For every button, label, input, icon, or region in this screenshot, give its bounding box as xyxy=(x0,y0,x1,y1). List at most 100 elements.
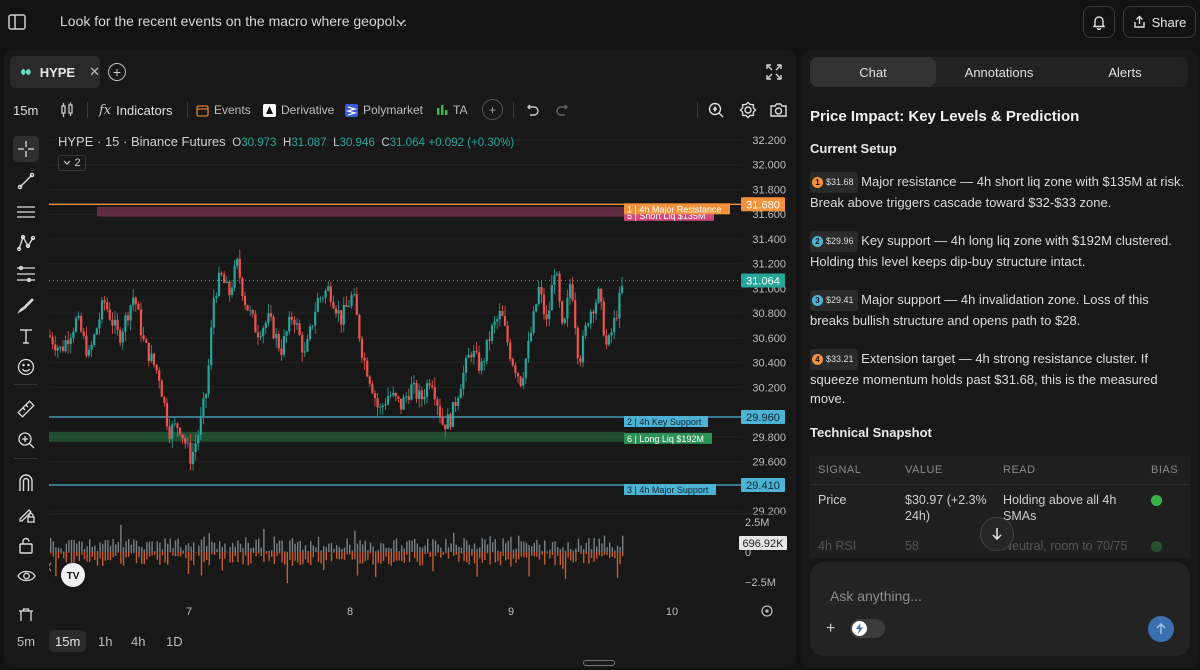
close-tab-icon[interactable]: ✕ xyxy=(89,64,100,80)
volume-bar xyxy=(356,552,359,576)
volume-bar xyxy=(55,547,57,552)
tab-alerts[interactable]: Alerts xyxy=(1062,57,1188,87)
tab-annotations[interactable]: Annotations xyxy=(936,57,1062,87)
conversation-title[interactable]: Look for the recent events on the macro … xyxy=(60,13,407,29)
candle-body xyxy=(584,325,587,336)
candle-body xyxy=(384,404,387,406)
chevron-down-icon[interactable] xyxy=(395,14,407,32)
volume-bar xyxy=(473,543,476,552)
add-tab-button[interactable]: + xyxy=(108,63,126,81)
timeframe-4h[interactable]: 4h xyxy=(125,630,151,652)
chat-messages[interactable]: Price Impact: Key Levels & Prediction Cu… xyxy=(810,108,1190,558)
timeframe-1d[interactable]: 1D xyxy=(160,630,189,652)
price-chart[interactable]: 32.20032.00031.80031.60031.40031.20031.0… xyxy=(49,128,789,638)
magnet-icon[interactable] xyxy=(13,470,39,496)
emoji-icon[interactable] xyxy=(13,354,39,380)
volume-bar xyxy=(476,552,478,577)
candle-body xyxy=(493,321,496,326)
trend-line-icon[interactable] xyxy=(13,168,39,194)
volume-bar xyxy=(200,552,203,576)
scroll-down-button[interactable] xyxy=(980,517,1014,551)
price-pill-label: $29.41 xyxy=(826,295,854,305)
indicators-button[interactable]: f𝑥 Indicators xyxy=(99,100,173,120)
volume-bar xyxy=(559,552,561,565)
candle-body xyxy=(503,315,507,326)
horizontal-lines-icon[interactable] xyxy=(13,199,39,225)
add-indicator-button[interactable]: + xyxy=(482,99,503,120)
ruler-icon[interactable] xyxy=(13,396,39,422)
ta-button[interactable]: TA xyxy=(436,100,467,120)
zoom-in-icon[interactable] xyxy=(13,427,39,453)
volume-bar xyxy=(138,546,140,552)
sidebar-toggle-icon[interactable] xyxy=(6,11,28,33)
volume-tag-label: 696.92K xyxy=(743,538,785,550)
candle-body xyxy=(397,396,400,399)
candle-body xyxy=(259,336,262,338)
volume-bar xyxy=(263,552,265,562)
trash-icon[interactable] xyxy=(13,602,39,628)
attach-plus-icon[interactable]: + xyxy=(826,620,835,638)
collapse-chevron-icon[interactable] xyxy=(49,562,52,572)
volume-bar xyxy=(302,549,304,552)
share-button[interactable]: Share xyxy=(1123,6,1196,38)
candle-body xyxy=(251,309,254,314)
volume-bar xyxy=(494,539,496,552)
settings-icon[interactable] xyxy=(739,100,757,120)
tab-chat[interactable]: Chat xyxy=(810,57,936,87)
share-label: Share xyxy=(1151,14,1187,30)
volume-bar xyxy=(104,552,106,561)
timeframe-15m[interactable]: 15m xyxy=(49,630,87,652)
volume-bar xyxy=(351,552,353,560)
volume-bar xyxy=(354,552,356,560)
events-button[interactable]: Events xyxy=(196,100,251,120)
symbol-tab[interactable]: HYPE ✕ xyxy=(10,56,100,88)
text-icon[interactable] xyxy=(13,323,39,349)
lock-icon[interactable] xyxy=(13,532,39,558)
undo-icon[interactable] xyxy=(524,100,539,120)
candle-body xyxy=(225,281,228,283)
fib-icon[interactable] xyxy=(13,261,39,287)
volume-bar xyxy=(260,552,262,557)
volume-bar xyxy=(291,537,294,552)
brush-icon[interactable] xyxy=(13,292,39,318)
lock-drawing-icon[interactable] xyxy=(13,501,39,527)
timeframe-1h[interactable]: 1h xyxy=(92,630,118,652)
volume-bar xyxy=(333,552,335,553)
ask-input[interactable]: Ask anything... xyxy=(830,588,922,604)
volume-bar xyxy=(55,552,57,577)
notifications-button[interactable] xyxy=(1083,6,1115,38)
volume-bar xyxy=(198,552,200,556)
redo-icon[interactable] xyxy=(556,100,571,120)
candle-body xyxy=(173,423,176,425)
polymarket-button[interactable]: Polymarket xyxy=(345,100,423,120)
candle-body xyxy=(568,284,572,298)
volume-bar xyxy=(146,552,148,560)
candle-body xyxy=(186,442,189,444)
volume-bar xyxy=(614,550,616,552)
candle-body xyxy=(74,318,78,332)
volume-bar xyxy=(167,552,169,565)
volume-bar xyxy=(479,547,481,552)
volume-bar xyxy=(229,546,231,552)
volume-bar xyxy=(609,542,611,552)
mode-toggle[interactable] xyxy=(850,619,885,638)
camera-icon[interactable] xyxy=(769,100,788,120)
candle-body xyxy=(277,333,280,349)
volume-bar xyxy=(541,552,543,555)
candle-body xyxy=(119,330,122,343)
fullscreen-icon[interactable] xyxy=(766,64,782,85)
pattern-icon[interactable] xyxy=(13,230,39,256)
candle-body xyxy=(311,325,314,327)
magic-search-icon[interactable] xyxy=(707,100,725,120)
indicator-count-toggle[interactable]: 2 xyxy=(58,155,86,171)
resize-handle[interactable] xyxy=(583,660,615,666)
send-button[interactable] xyxy=(1148,616,1174,642)
crosshair-icon[interactable] xyxy=(13,136,39,162)
eye-icon[interactable] xyxy=(13,563,39,589)
derivative-button[interactable]: Derivative xyxy=(263,100,334,120)
volume-bar xyxy=(375,551,377,552)
chart-type-icon[interactable] xyxy=(60,100,74,120)
interval-selector[interactable]: 15m xyxy=(13,100,38,120)
timeframe-5m[interactable]: 5m xyxy=(11,630,41,652)
candle-body xyxy=(347,306,351,307)
